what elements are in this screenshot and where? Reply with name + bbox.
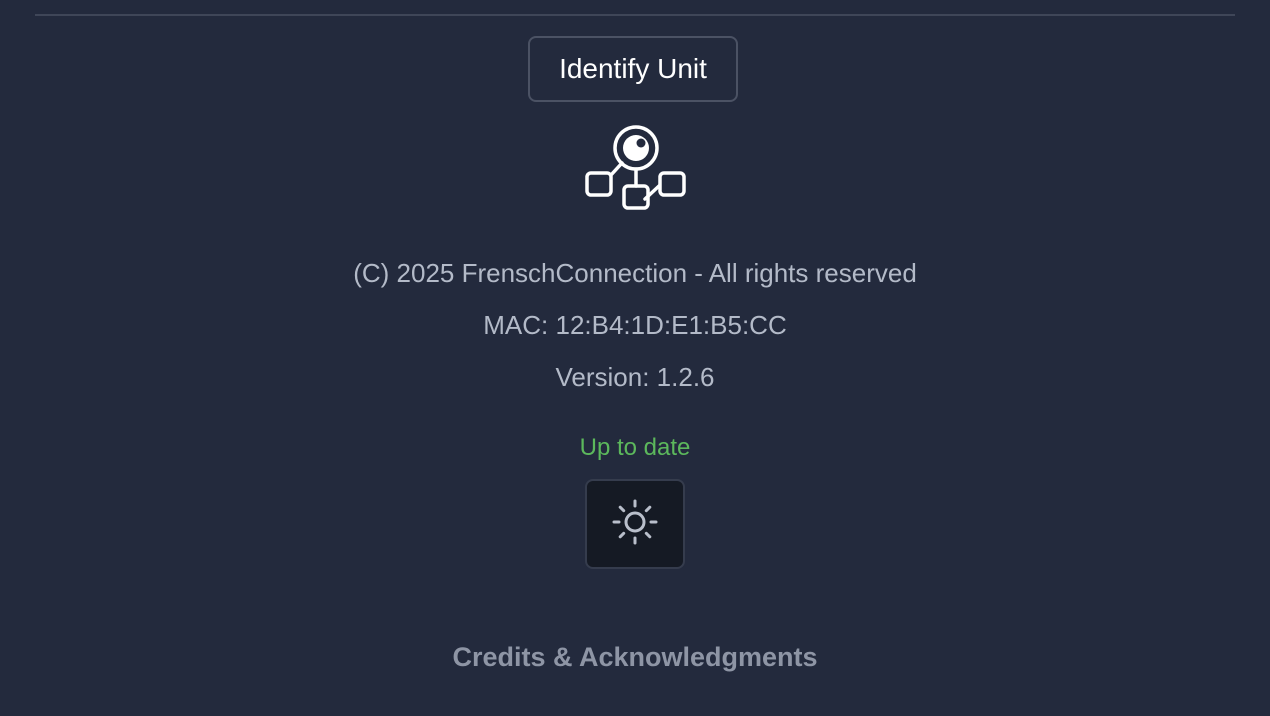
- update-status: Up to date: [579, 434, 691, 461]
- about-panel: Identify Unit (C) 2025 FrenschConnection…: [0, 0, 1270, 716]
- copyright-text: (C) 2025 FrenschConnection - All rights …: [353, 258, 917, 288]
- theme-toggle-button[interactable]: [585, 479, 685, 569]
- network-hub-icon: [584, 124, 688, 214]
- sun-icon: [610, 497, 660, 552]
- mac-address: MAC: 12:B4:1D:E1:B5:CC: [483, 310, 787, 340]
- version-text: Version: 1.2.6: [555, 362, 715, 392]
- identify-unit-button[interactable]: Identify Unit: [528, 36, 738, 102]
- top-divider: [35, 14, 1235, 16]
- credits-link[interactable]: Credits & Acknowledgments: [0, 640, 1270, 674]
